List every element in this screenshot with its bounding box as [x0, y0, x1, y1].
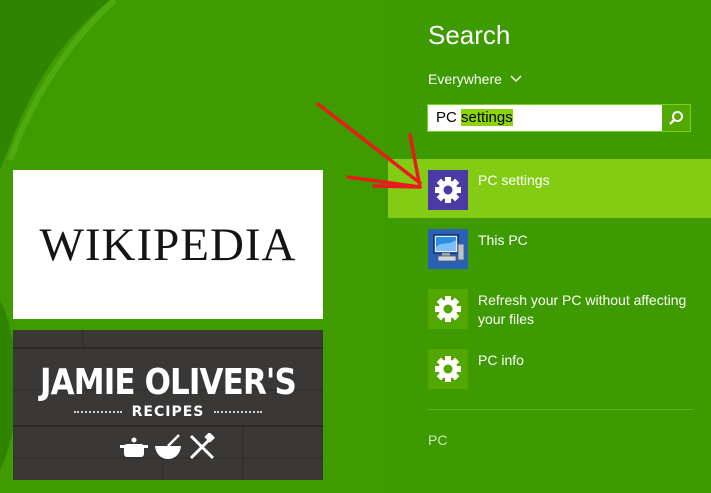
search-result-pc-info[interactable]: PC info: [388, 341, 711, 399]
results-divider: [428, 409, 693, 410]
search-query-typed: PC: [436, 109, 462, 126]
computer-icon-tile: [428, 229, 468, 269]
start-screen: WIKIPEDIA JAMIE OLIVER'S RECIPES: [0, 0, 388, 493]
search-box: PC settings: [427, 104, 691, 132]
jamie-olivers-title: JAMIE OLIVER'S: [39, 362, 297, 403]
search-result-label-line2: your files: [478, 311, 535, 327]
search-scope-dropdown[interactable]: Everywhere: [428, 71, 522, 87]
computer-icon: [433, 234, 465, 262]
search-result-label-line1: Refresh your PC without affecting: [478, 292, 687, 308]
search-charm: Search Everywhere PC settings PC setting…: [388, 0, 711, 493]
chevron-down-icon: [510, 75, 522, 82]
gear-icon: [435, 296, 461, 322]
gear-icon: [435, 177, 461, 203]
recipes-subtitle: RECIPES: [131, 404, 205, 420]
search-result-label: This PC: [478, 232, 528, 248]
search-charm-title: Search: [428, 20, 511, 50]
search-scope-label: Everywhere: [428, 71, 502, 87]
search-query-selected-text: settings: [461, 109, 513, 126]
recipes-subtitle-row: RECIPES: [13, 404, 323, 420]
search-result-label: PC info: [478, 352, 524, 368]
search-result-refresh-pc[interactable]: Refresh your PC without affecting your f…: [388, 280, 711, 340]
wikipedia-wordmark: WIKIPEDIA: [39, 218, 297, 271]
cooking-icons: [13, 433, 323, 461]
mixing-bowl-icon: [155, 434, 181, 459]
gear-icon-tile: [428, 349, 468, 389]
wikipedia-tile[interactable]: WIKIPEDIA: [13, 170, 323, 319]
search-result-label-multiline: Refresh your PC without affecting your f…: [478, 291, 698, 329]
jamie-olivers-recipes-tile[interactable]: JAMIE OLIVER'S RECIPES: [13, 330, 323, 480]
utensils-icon: [189, 433, 215, 460]
search-result-label: PC settings: [478, 172, 550, 188]
results-section-label: PC: [428, 432, 448, 448]
search-result-this-pc[interactable]: This PC: [388, 219, 711, 279]
pot-icon: [120, 437, 148, 457]
search-button[interactable]: [662, 105, 690, 131]
search-result-pc-settings[interactable]: PC settings: [388, 159, 711, 218]
dotted-rule-right: [214, 411, 263, 413]
gear-icon-tile: [428, 170, 468, 210]
dotted-rule-left: [73, 411, 122, 413]
gear-icon-tile: [428, 289, 468, 329]
gear-icon: [435, 356, 461, 382]
search-icon: [669, 111, 683, 125]
search-input[interactable]: PC settings: [436, 105, 513, 131]
